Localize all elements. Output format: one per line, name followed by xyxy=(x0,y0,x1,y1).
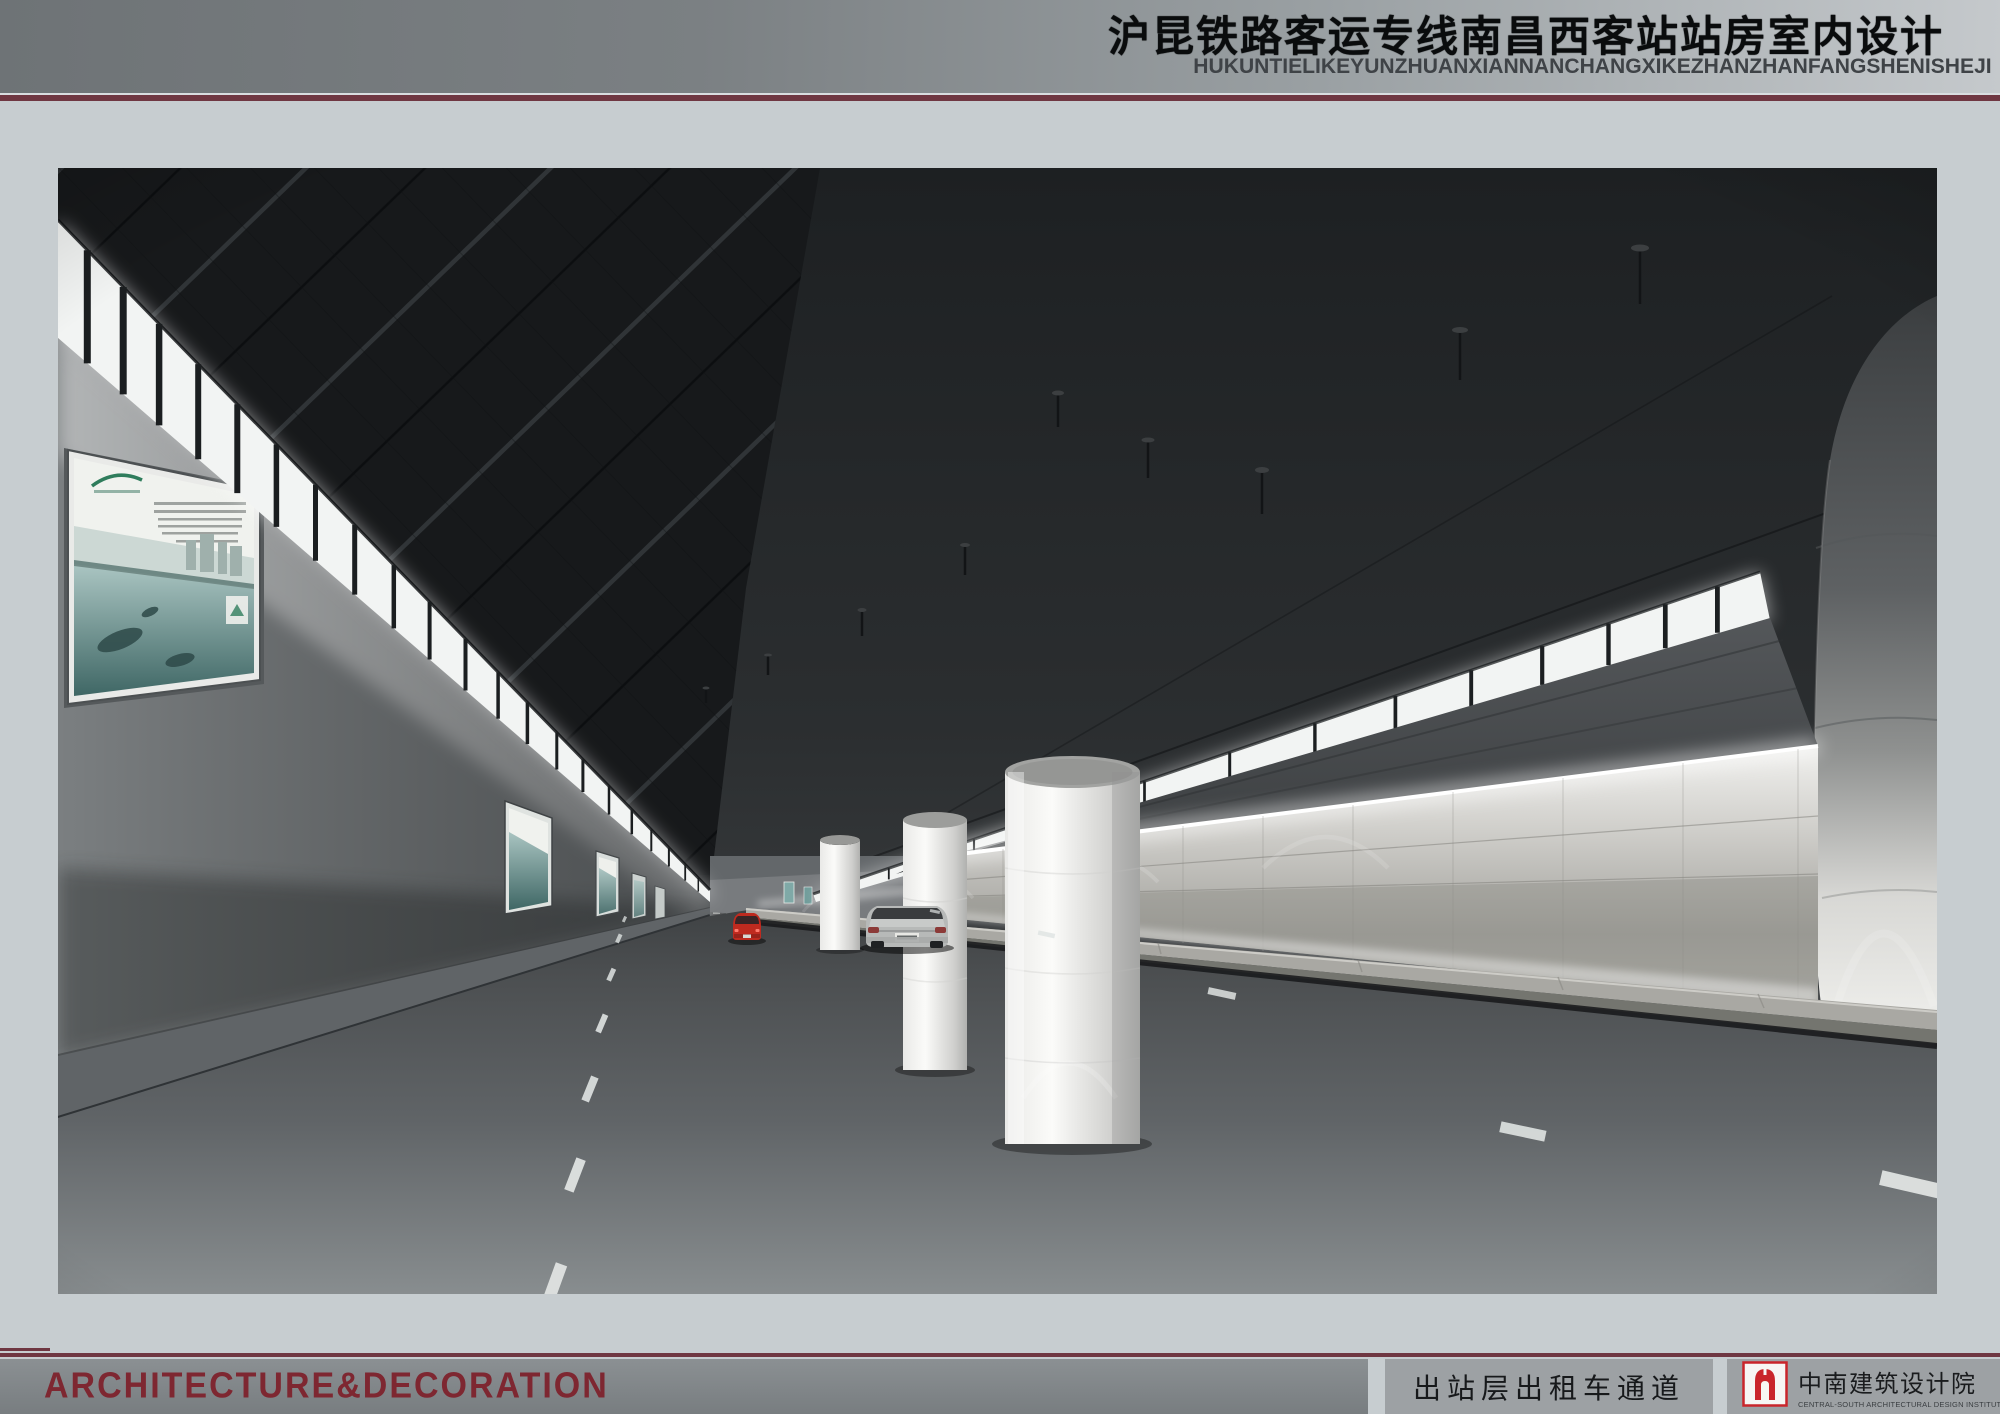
footer-brand-panel: ARCHITECTURE&DECORATION xyxy=(0,1359,1368,1414)
footer-caption-panel: 出站层出租车通道 xyxy=(1385,1359,1713,1414)
institute-logo-icon xyxy=(1742,1361,1788,1412)
presentation-board: 沪昆铁路客运专线南昌西客站站房室内设计 HUKUNTIELIKEYUNZHUAN… xyxy=(0,0,2000,1414)
project-title-pinyin: HUKUNTIELIKEYUNZHUANXIANNANCHANGXIKEZHAN… xyxy=(1194,54,1992,79)
footer-institute-panel: 中南建筑设计院 CENTRAL-SOUTH ARCHITECTURAL DESI… xyxy=(1727,1359,2000,1414)
drawing-caption: 出站层出租车通道 xyxy=(1413,1367,1685,1407)
footer-accent-left xyxy=(0,1348,50,1351)
institute-name-cn: 中南建筑设计院 xyxy=(1798,1364,2000,1399)
header-band: 沪昆铁路客运专线南昌西客站站房室内设计 HUKUNTIELIKEYUNZHUAN… xyxy=(0,0,2000,93)
vignette xyxy=(58,168,1937,1294)
rendering-plate xyxy=(58,168,1937,1294)
tunnel-rendering xyxy=(58,168,1937,1294)
header-divider-accent xyxy=(0,95,2000,101)
institute-name-en: CENTRAL-SOUTH ARCHITECTURAL DESIGN INSTI… xyxy=(1798,1400,2000,1409)
brand-label: ARCHITECTURE&DECORATION xyxy=(44,1366,609,1407)
footer-accent-rule xyxy=(0,1353,2000,1357)
